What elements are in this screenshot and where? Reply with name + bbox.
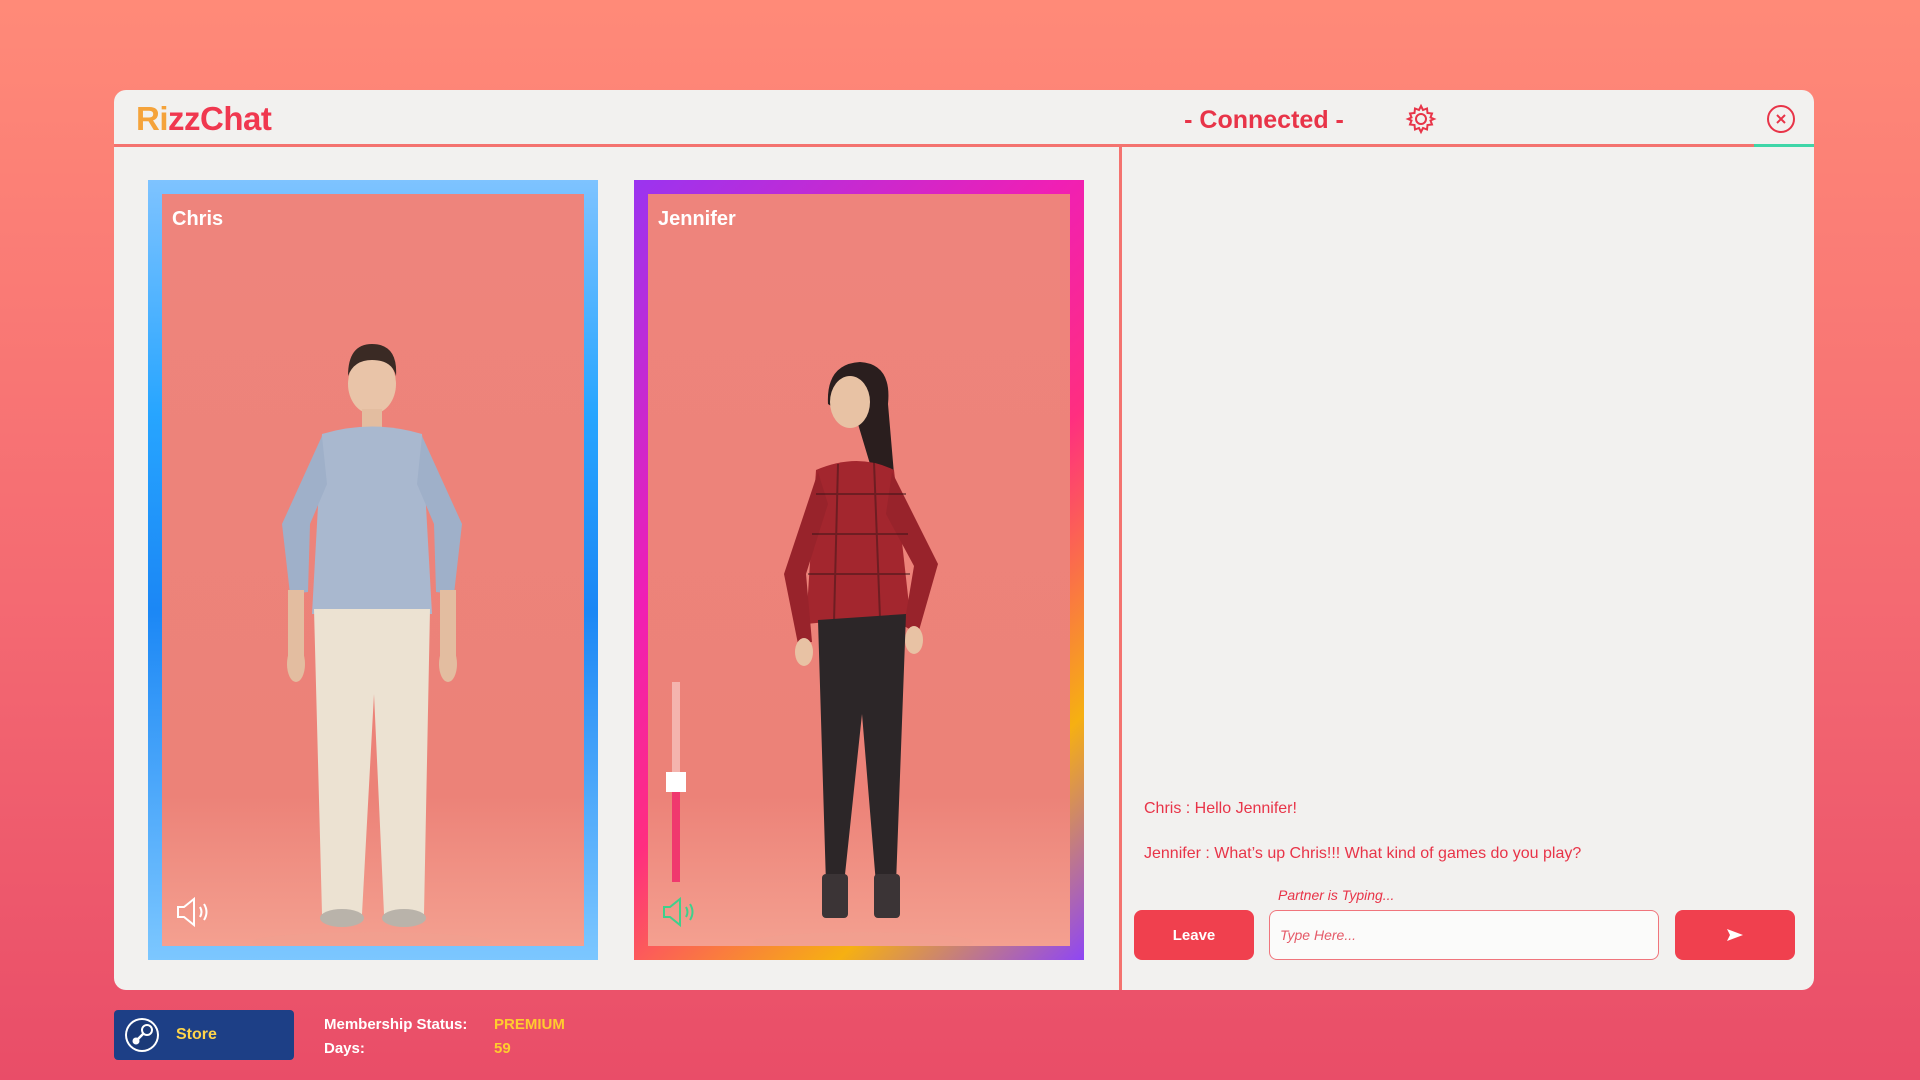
close-button[interactable] [1764, 102, 1798, 136]
speaker-icon [177, 896, 208, 928]
video-card-jennifer: Jennifer [634, 180, 1084, 960]
close-icon [1767, 105, 1795, 133]
active-indicator [1754, 144, 1814, 147]
app-window: RizzChat - Connected - Chris Jennifer Ch… [114, 90, 1814, 990]
send-button[interactable] [1675, 910, 1795, 960]
chat-log: Chris : Hello Jennifer! Jennifer : What’… [1144, 800, 1794, 890]
membership-labels: Membership Status: Days: [324, 1013, 467, 1061]
speaker-icon [663, 896, 694, 928]
store-button[interactable]: Store [114, 1010, 294, 1060]
membership-values: PREMIUM 59 [494, 1013, 565, 1061]
typing-indicator: Partner is Typing... [1278, 887, 1395, 903]
panel-divider [1119, 147, 1122, 990]
video-card-chris: Chris [148, 180, 598, 960]
leave-button[interactable]: Leave [1134, 910, 1254, 960]
send-arrow-icon [1727, 929, 1743, 941]
female-avatar [753, 362, 973, 946]
video-feed-chris: Chris [162, 194, 584, 946]
app-logo: RizzChat [136, 100, 272, 137]
title-bar: RizzChat - Connected - [114, 90, 1814, 147]
settings-button[interactable] [1404, 102, 1438, 136]
days-value: 59 [494, 1040, 511, 1057]
participant-name: Jennifer [658, 208, 736, 230]
mute-toggle-jennifer[interactable] [660, 895, 700, 934]
mute-toggle-chris[interactable] [174, 895, 214, 934]
volume-slider[interactable] [666, 682, 686, 882]
membership-status-value: PREMIUM [494, 1016, 565, 1033]
store-label: Store [176, 1026, 217, 1043]
gear-icon [1405, 103, 1437, 135]
participant-name: Chris [172, 208, 224, 230]
steam-icon [125, 1018, 159, 1052]
video-feed-jennifer: Jennifer [648, 194, 1070, 946]
days-label: Days: [324, 1040, 365, 1057]
volume-slider-thumb[interactable] [666, 772, 686, 792]
chat-message: Jennifer : What’s up Chris!!! What kind … [1144, 845, 1582, 862]
chat-message: Chris : Hello Jennifer! [1144, 800, 1297, 817]
male-avatar [252, 344, 492, 946]
membership-status-label: Membership Status: [324, 1016, 468, 1033]
connection-status: - Connected - [1184, 106, 1344, 134]
chat-input[interactable] [1269, 910, 1659, 960]
